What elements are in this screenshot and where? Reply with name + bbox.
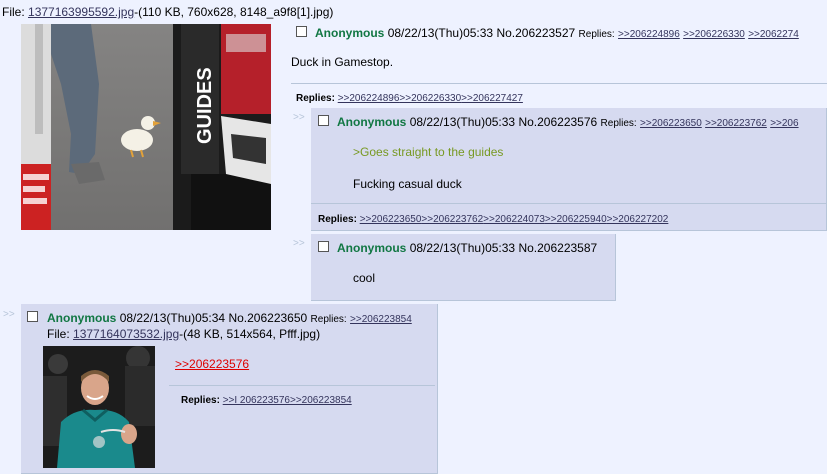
reply2-number[interactable]: No.206223587 (518, 241, 597, 255)
op-replies-footer: Replies: >>206224896>>206226330>>2062274… (296, 93, 523, 104)
reply3-file-link[interactable]: 1377164073532.jpg (73, 327, 179, 341)
reply3-checkbox-icon[interactable] (27, 311, 38, 322)
reply3-image[interactable] (43, 346, 155, 468)
reply1-number[interactable]: No.206223576 (518, 115, 597, 129)
reply3-file-line: File: 1377164073532.jpg-(48 KB, 514x564,… (47, 327, 321, 341)
reply3-post: Anonymous 08/22/13(Thu)05:34 No.20622365… (21, 304, 438, 474)
reply1-replies-label: Replies: (600, 118, 637, 129)
reply3-divider (169, 385, 435, 386)
reply3-quote-link[interactable]: >>206223576 (175, 357, 249, 371)
reply1-reply-link[interactable]: >>206223762 (705, 118, 767, 129)
op-name: Anonymous (315, 26, 385, 40)
reply2-message: cool (353, 271, 376, 285)
op-checkbox-icon[interactable] (296, 26, 307, 37)
reply1-datetime: 08/22/13(Thu)05:33 (409, 115, 516, 129)
reply2-datetime: 08/22/13(Thu)05:33 (409, 241, 516, 255)
reply1-reply-link[interactable]: >>206223650 (640, 118, 702, 129)
reply2-name: Anonymous (337, 241, 407, 255)
reply1-greentext: >Goes straight to the guides (353, 145, 504, 159)
reply1-footer-link[interactable]: >>206223762 (421, 214, 483, 225)
reply1-divider (311, 203, 826, 204)
reply2-arrow: >> (293, 238, 305, 249)
reply3-footer-link[interactable]: >>206223854 (290, 395, 352, 406)
reply1-footer-link[interactable]: >>206224073 (483, 214, 545, 225)
reply3-name: Anonymous (47, 311, 117, 325)
reply1-header: Anonymous 08/22/13(Thu)05:33 No.20622357… (337, 115, 799, 129)
reply3-replies-footer: Replies: >>I 206223576>>206223854 (181, 395, 352, 406)
reply1-message: Fucking casual duck (353, 177, 462, 191)
reply1-post: Anonymous 08/22/13(Thu)05:33 No.20622357… (311, 108, 827, 231)
reply1-checkbox-icon[interactable] (318, 115, 329, 126)
reply1-reply-link[interactable]: >>206 (770, 118, 798, 129)
op-number[interactable]: No.206223527 (496, 26, 575, 40)
reply1-arrow: >> (293, 112, 305, 123)
reply1-footer-link[interactable]: >>206223650 (360, 214, 422, 225)
reply3-datetime: 08/22/13(Thu)05:34 (119, 311, 226, 325)
reply1-replies-footer: Replies: >>206223650>>206223762>>2062240… (318, 214, 669, 225)
op-message: Duck in Gamestop. (291, 55, 394, 69)
reply3-number[interactable]: No.206223650 (228, 311, 307, 325)
op-datetime: 08/22/13(Thu)05:33 (387, 26, 494, 40)
op-header: Anonymous 08/22/13(Thu)05:33 No.20622352… (315, 26, 799, 40)
reply3-arrow: >> (3, 309, 15, 320)
reply1-footer-link[interactable]: >>206225940 (545, 214, 607, 225)
op-file-line: File: 1377163995592.jpg-(110 KB, 760x628… (2, 5, 334, 19)
op-image-guides-text: GUIDES (194, 67, 216, 144)
reply2-header: Anonymous 08/22/13(Thu)05:33 No.20622358… (337, 241, 597, 255)
op-reply-link[interactable]: >>206224896 (618, 29, 680, 40)
op-replies-label: Replies: (578, 29, 615, 40)
reply2-post: Anonymous 08/22/13(Thu)05:33 No.20622358… (311, 234, 616, 301)
reply3-header: Anonymous 08/22/13(Thu)05:34 No.20622365… (47, 311, 412, 325)
op-footer-link[interactable]: >>206227427 (461, 93, 523, 104)
reply3-footer-link[interactable]: >>I 206223576 (223, 395, 290, 406)
op-footer-link[interactable]: >>206226330 (399, 93, 461, 104)
reply3-reply-link[interactable]: >>206223854 (350, 314, 412, 325)
op-footer-link[interactable]: >>206224896 (338, 93, 400, 104)
op-reply-link[interactable]: >>206226330 (683, 29, 745, 40)
op-divider (291, 83, 827, 84)
op-image[interactable]: GUIDES (21, 24, 271, 230)
op-reply-link[interactable]: >>2062274 (748, 29, 799, 40)
reply1-footer-link[interactable]: >>206227202 (607, 214, 669, 225)
reply2-checkbox-icon[interactable] (318, 241, 329, 252)
reply1-name: Anonymous (337, 115, 407, 129)
op-file-link[interactable]: 1377163995592.jpg (28, 5, 134, 19)
reply3-replies-label: Replies: (310, 314, 347, 325)
